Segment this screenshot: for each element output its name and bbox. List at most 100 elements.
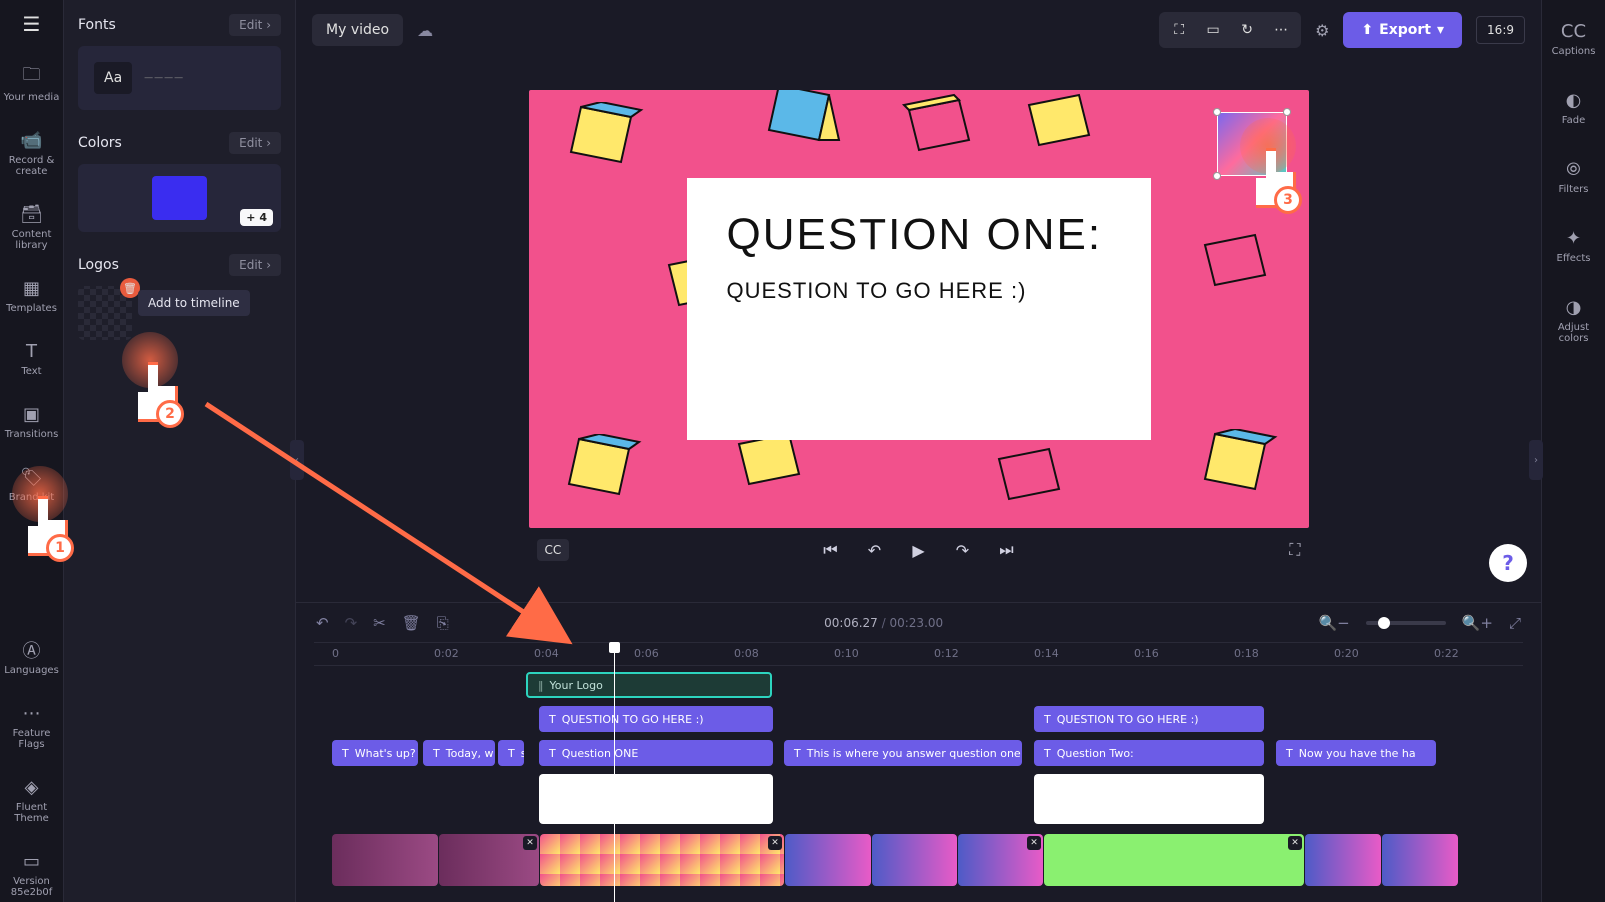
rail-adjust-colors[interactable]: ◑Adjust colors [1542, 292, 1605, 348]
font-card[interactable]: Aa ———— [78, 46, 281, 110]
resize-handle[interactable] [1283, 108, 1291, 116]
project-title[interactable]: My video [312, 14, 403, 46]
color-card[interactable]: + 4 [78, 164, 281, 232]
undo-icon[interactable]: ↶ [316, 614, 329, 632]
crop-icon[interactable]: ⛶ [1165, 18, 1193, 42]
resize-handle[interactable] [1283, 172, 1291, 180]
zoom-slider[interactable] [1366, 621, 1446, 625]
sync-icon[interactable]: ☁ [417, 21, 433, 40]
current-time: 00:06.27 [824, 616, 878, 630]
fit-icon[interactable]: ⤢ [1509, 614, 1521, 632]
rotate-icon[interactable]: ↻ [1233, 18, 1261, 42]
clip-question-one[interactable]: TQuestion ONE [539, 740, 773, 766]
chevron-down-icon: ▾ [1437, 22, 1444, 38]
cube-decor [759, 90, 843, 164]
redo-icon[interactable]: ↷ [345, 614, 358, 632]
zoom-knob[interactable] [1378, 617, 1390, 629]
video-clip[interactable] [872, 834, 957, 886]
brand-kit-panel: Fonts Edit › Aa ———— Colors Edit › + 4 [64, 0, 296, 902]
fonts-edit-button[interactable]: Edit › [229, 14, 281, 36]
clip-white-bg[interactable] [539, 774, 773, 824]
zoom-in-icon[interactable]: 🔍+ [1462, 614, 1493, 632]
timeline[interactable]: 0 0:02 0:04 0:06 0:08 0:10 0:12 0:14 0:1… [296, 642, 1541, 902]
skip-start-icon[interactable]: ⏮ [820, 540, 842, 560]
video-clip[interactable] [1382, 834, 1458, 886]
play-icon[interactable]: ▶ [908, 541, 930, 560]
rail-captions[interactable]: CCCaptions [1550, 16, 1598, 61]
rail-version[interactable]: ▭Version 85e2b0f [0, 846, 63, 902]
cc-button[interactable]: CC [537, 539, 570, 561]
delete-icon[interactable]: 🗑 [402, 614, 421, 632]
rail-feature-flags[interactable]: ⋯Feature Flags [0, 698, 63, 754]
canvas-preview[interactable]: Question One: Question to go here :) [529, 90, 1309, 528]
rail-filters[interactable]: ⦾Filters [1557, 154, 1591, 199]
aspect-icon[interactable]: ▭ [1199, 18, 1227, 42]
clip-whats-up[interactable]: TWhat's up? [332, 740, 418, 766]
rail-brand-kit[interactable]: 🏷Brand kit [7, 462, 56, 507]
logos-edit-button[interactable]: Edit › [229, 254, 281, 276]
duplicate-icon[interactable]: ⎘ [437, 614, 449, 632]
colors-title: Colors [78, 135, 122, 151]
clip-now-have[interactable]: TNow you have the ha [1276, 740, 1436, 766]
clip-s[interactable]: Ts [498, 740, 524, 766]
video-clip[interactable] [785, 834, 871, 886]
resize-handle[interactable] [1213, 108, 1221, 116]
timeline-ruler[interactable]: 0 0:02 0:04 0:06 0:08 0:10 0:12 0:14 0:1… [314, 642, 1523, 666]
rail-record-create[interactable]: 📹Record & create [0, 125, 63, 181]
skip-end-icon[interactable]: ⏭ [996, 540, 1018, 560]
rail-languages[interactable]: ⒶLanguages [2, 635, 61, 680]
more-icon[interactable]: ⋯ [1267, 18, 1295, 42]
cube-decor [1019, 90, 1103, 169]
logo-thumbnail[interactable]: 🗑 [78, 286, 132, 340]
video-clip[interactable]: ✕ [1044, 834, 1304, 886]
rail-effects[interactable]: ✦Effects [1555, 223, 1593, 268]
clip-white-bg[interactable] [1034, 774, 1264, 824]
clip-question-two[interactable]: TQuestion Two: [1034, 740, 1264, 766]
clip-your-logo[interactable]: ‖Your Logo [526, 672, 772, 698]
clip-question-here[interactable]: TQUESTION TO GO HERE :) [539, 706, 773, 732]
video-clip[interactable]: ✕ [439, 834, 539, 886]
aspect-ratio-button[interactable]: 16:9 [1476, 16, 1525, 44]
playhead[interactable] [614, 642, 615, 902]
transition-icon[interactable]: ✕ [1288, 836, 1302, 850]
video-clip[interactable] [332, 834, 438, 886]
skip-forward-icon[interactable]: ↷ [952, 541, 974, 560]
video-clip[interactable]: ✕ [540, 834, 784, 886]
rail-templates[interactable]: ▦Templates [4, 273, 59, 318]
video-track: ✕ ✕ ✕ ✕ [332, 834, 1523, 890]
video-clip[interactable] [1305, 834, 1381, 886]
fullscreen-icon[interactable]: ⛶ [1289, 540, 1300, 560]
transition-icon[interactable]: ✕ [1027, 836, 1041, 850]
clip-today[interactable]: TToday, w [423, 740, 495, 766]
menu-icon[interactable]: ☰ [23, 12, 41, 36]
split-icon[interactable]: ✂ [373, 614, 386, 632]
rail-fluent-theme[interactable]: ◈Fluent Theme [0, 772, 63, 828]
rail-label: Captions [1552, 46, 1596, 57]
help-button[interactable]: ? [1489, 544, 1527, 582]
rail-content-library[interactable]: 🗃Content library [0, 199, 63, 255]
selected-logo[interactable] [1217, 112, 1287, 176]
rail-fade[interactable]: ◐Fade [1560, 85, 1587, 130]
skip-back-icon[interactable]: ↶ [864, 541, 886, 560]
ruler-tick: 0:16 [1134, 647, 1159, 660]
transition-icon[interactable]: ✕ [523, 836, 537, 850]
rail-your-media[interactable]: 🗀Your media [2, 62, 62, 107]
clip-question-here[interactable]: TQUESTION TO GO HERE :) [1034, 706, 1264, 732]
export-button[interactable]: ⬆ Export ▾ [1343, 12, 1462, 48]
theme-icon: ◈ [21, 776, 43, 798]
video-clip[interactable]: ✕ [958, 834, 1043, 886]
rail-text[interactable]: TText [19, 336, 45, 381]
zoom-out-icon[interactable]: 🔍− [1318, 614, 1349, 632]
transition-icon[interactable]: ✕ [768, 836, 782, 850]
more-colors-badge: + 4 [240, 209, 273, 226]
rail-transitions[interactable]: ▣Transitions [3, 399, 61, 444]
collapse-right-button[interactable]: › [1529, 440, 1543, 480]
gear-icon[interactable]: ⚙ [1315, 21, 1329, 40]
camcorder-icon: 📹 [21, 129, 43, 151]
colors-edit-button[interactable]: Edit › [229, 132, 281, 154]
resize-handle[interactable] [1213, 172, 1221, 180]
left-rail: ☰ 🗀Your media 📹Record & create 🗃Content … [0, 0, 64, 902]
clip-answer[interactable]: TThis is where you answer question one [784, 740, 1022, 766]
top-bar: My video ☁ ⛶ ▭ ↻ ⋯ ⚙ ⬆ Export ▾ 16:9 [296, 0, 1541, 60]
delete-logo-button[interactable]: 🗑 [120, 278, 140, 298]
